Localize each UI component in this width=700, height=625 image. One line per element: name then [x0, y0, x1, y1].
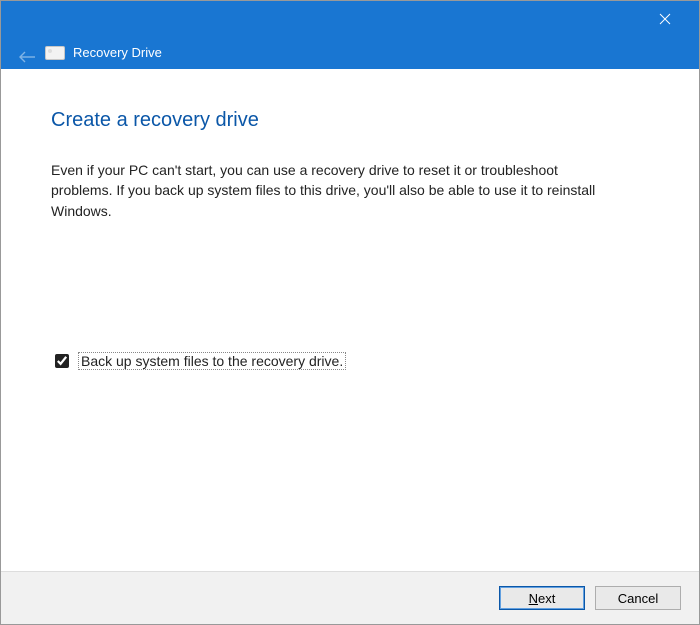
backup-option-row: Back up system files to the recovery dri… — [51, 351, 649, 371]
recovery-drive-wizard-window: Recovery Drive Create a recovery drive E… — [0, 0, 700, 625]
wizard-content: Create a recovery drive Even if your PC … — [1, 69, 699, 571]
back-button[interactable] — [15, 45, 39, 69]
cancel-button[interactable]: Cancel — [595, 586, 681, 610]
titlebar: Recovery Drive — [1, 1, 699, 69]
page-heading: Create a recovery drive — [51, 109, 649, 132]
page-description: Even if your PC can't start, you can use… — [51, 160, 611, 221]
backup-checkbox[interactable] — [55, 354, 69, 368]
next-button[interactable]: Next — [499, 586, 585, 610]
app-header: Recovery Drive — [45, 45, 162, 60]
drive-icon — [45, 46, 65, 60]
close-button[interactable] — [645, 7, 685, 31]
app-title: Recovery Drive — [73, 45, 162, 60]
backup-checkbox-label[interactable]: Back up system files to the recovery dri… — [78, 352, 346, 370]
back-arrow-icon — [18, 50, 36, 64]
close-icon — [659, 13, 671, 25]
wizard-footer: Next Cancel — [1, 571, 699, 624]
